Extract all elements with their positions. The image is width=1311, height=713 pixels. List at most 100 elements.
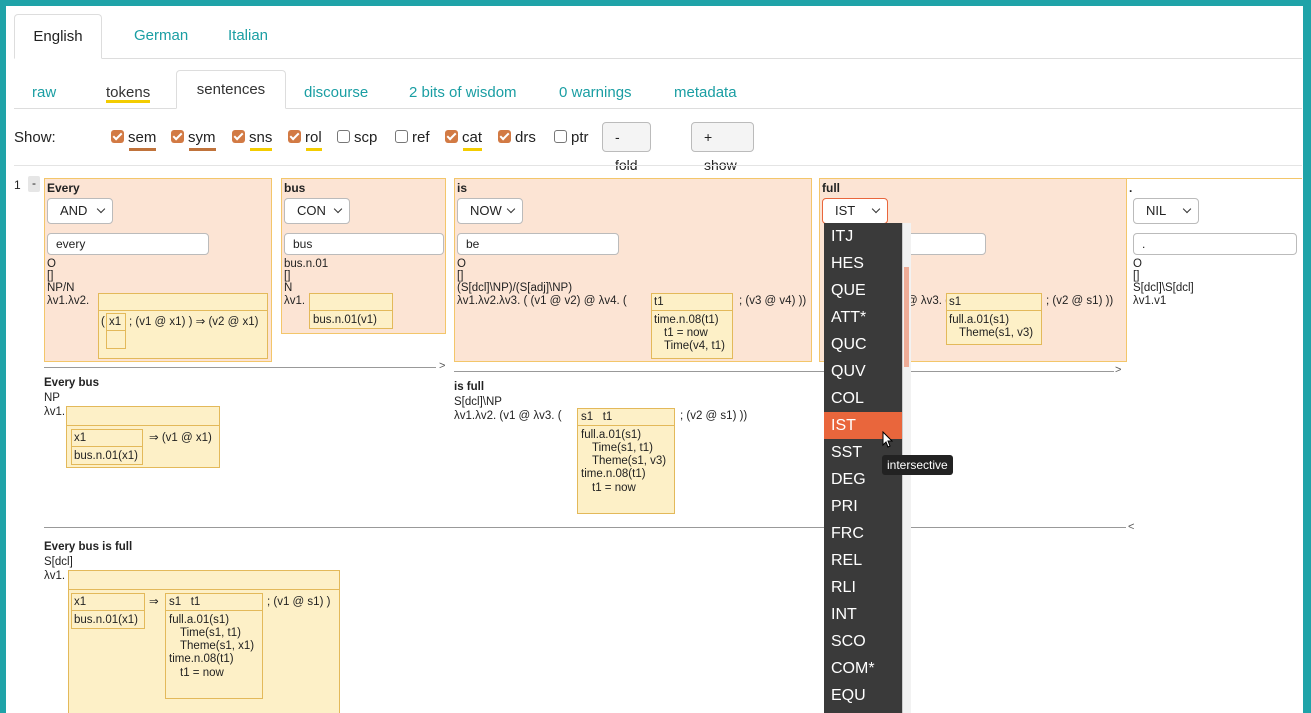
tab-italian[interactable]: Italian — [216, 14, 280, 57]
sem-tag-select[interactable]: NIL — [1133, 198, 1199, 224]
layer-underline — [189, 148, 216, 151]
drs-header: s1 t1 — [166, 594, 262, 611]
dropdown-option[interactable]: QUV — [824, 358, 902, 385]
scrollbar-thumb[interactable] — [904, 267, 909, 367]
dropdown-option[interactable]: COL — [824, 385, 902, 412]
layer-sym-checkbox[interactable]: sym — [171, 129, 216, 151]
lemma-input[interactable]: every — [47, 233, 209, 255]
layer-sns-checkbox[interactable]: sns — [232, 129, 273, 151]
dropdown-option[interactable]: RLI — [824, 574, 902, 601]
chevron-down-icon — [333, 204, 343, 214]
tab-german[interactable]: German — [122, 14, 200, 57]
sem-tag-value: NOW — [470, 203, 502, 218]
divider — [1126, 178, 1302, 179]
lambda-prefix: @ λv3. ( — [906, 295, 949, 307]
dropdown-option[interactable]: HES — [824, 250, 902, 277]
sem-tag-select[interactable]: AND — [47, 198, 113, 224]
token-word: is — [457, 181, 468, 195]
drs-condition: time.n.08(t1) — [169, 653, 234, 665]
scope-value: [] — [1133, 270, 1140, 282]
tab-tokens-label: tokens — [106, 84, 151, 101]
tab-warnings[interactable]: 0 warnings — [547, 70, 644, 107]
drs-box: x1 bus.n.01(x1) ⇒ (v1 @ x1) — [66, 406, 220, 468]
sem-tag-select[interactable]: NOW — [457, 198, 523, 224]
combination-title: Every bus — [44, 377, 99, 389]
view-tabs: raw tokens sentences discourse 2 bits of… — [14, 70, 1302, 109]
tab-tokens[interactable]: tokens — [94, 70, 162, 107]
dropdown-option[interactable]: SCO — [824, 628, 902, 655]
lemma-input[interactable]: bus — [284, 233, 444, 255]
category-value: NP — [44, 392, 60, 404]
drs-condition: Time(s1, t1) — [180, 627, 241, 639]
drs-condition: t1 = now — [180, 667, 224, 679]
dropdown-option[interactable]: EQU — [824, 682, 902, 709]
dropdown-option[interactable]: REL — [824, 547, 902, 574]
sem-tag-select[interactable]: IST — [822, 198, 888, 224]
layer-cat-label: cat — [462, 129, 483, 146]
drs-suffix: ; (v1 @ s1) ) — [267, 596, 331, 608]
dropdown-option[interactable]: ITJ — [824, 223, 902, 250]
inner-drs: x1 — [106, 313, 126, 349]
combination-title: is full — [454, 381, 485, 393]
dropdown-option[interactable]: COM* — [824, 655, 902, 682]
dropdown-option[interactable]: QUC — [824, 331, 902, 358]
layer-cat-checkbox[interactable]: cat — [445, 129, 483, 151]
drs-box: ( x1 ; (v1 @ x1) ) ⇒ (v2 @ x1) — [98, 293, 268, 359]
layer-sem-label: sem — [128, 129, 157, 146]
layer-scp-checkbox[interactable]: scp — [337, 129, 377, 146]
scope-value: [] — [457, 270, 464, 282]
token-word: bus — [284, 181, 306, 195]
sem-tag-select[interactable]: CON — [284, 198, 350, 224]
scope-value: [] — [284, 270, 291, 282]
language-tabs: English German Italian — [14, 14, 1302, 59]
drs-condition: time.n.08(t1) — [581, 468, 646, 480]
layer-sem-checkbox[interactable]: sem — [111, 129, 157, 151]
dropdown-option[interactable]: QUE — [824, 277, 902, 304]
tab-discourse[interactable]: discourse — [292, 70, 380, 107]
layer-drs-checkbox[interactable]: drs — [498, 129, 536, 146]
drs-header — [99, 294, 267, 311]
tab-raw[interactable]: raw — [20, 70, 68, 107]
token-period: . NIL . O [] S[dcl]\S[dcl] λv1.v1 — [1126, 178, 1302, 314]
tab-wisdom[interactable]: 2 bits of wisdom — [397, 70, 529, 107]
dropdown-option[interactable]: PRI — [824, 493, 902, 520]
drs-header: s1 t1 — [578, 409, 674, 426]
lemma-input[interactable]: . — [1133, 233, 1297, 255]
forward-arrow-icon: > — [439, 360, 446, 372]
show-all-layers-button[interactable]: + show all layers — [691, 122, 755, 229]
combine-line — [44, 367, 436, 368]
fold-toggle[interactable]: - — [28, 176, 40, 192]
lambda-value: λv1.v1 — [1133, 295, 1167, 307]
drs-condition: t1 = now — [664, 327, 708, 339]
chevron-down-icon — [506, 204, 516, 214]
backward-arrow-icon: < — [1128, 521, 1135, 533]
layer-ref-checkbox[interactable]: ref — [395, 129, 430, 146]
drs-condition: bus.n.01(x1) — [74, 450, 138, 462]
check-icon — [288, 130, 301, 143]
lemma-input[interactable] — [906, 233, 986, 255]
drs-header — [310, 294, 392, 311]
drs-condition: t1 = now — [592, 482, 636, 494]
fold-all-button[interactable]: - fold all — [602, 122, 651, 201]
layer-ptr-label: ptr — [571, 129, 589, 146]
check-icon — [498, 130, 511, 143]
lemma-input[interactable]: be — [457, 233, 619, 255]
drs-ref: x1 — [74, 596, 87, 608]
combine-line — [44, 527, 1126, 528]
tab-english[interactable]: English — [14, 14, 102, 59]
dropdown-option[interactable]: FRC — [824, 520, 902, 547]
drs-condition: Time(s1, t1) — [592, 442, 653, 454]
check-icon — [445, 130, 458, 143]
layer-ptr-checkbox[interactable]: ptr — [554, 129, 589, 146]
layer-rol-checkbox[interactable]: rol — [288, 129, 322, 151]
scope-value: [] — [47, 270, 54, 282]
dropdown-option[interactable]: INT — [824, 601, 902, 628]
dropdown-option[interactable]: ATT* — [824, 304, 902, 331]
token-word: full — [822, 181, 840, 195]
sym-value: O — [457, 258, 466, 270]
layer-scp-label: scp — [354, 129, 378, 146]
drs-header: t1 — [652, 294, 732, 311]
tab-sentences[interactable]: sentences — [176, 70, 286, 109]
tab-metadata[interactable]: metadata — [662, 70, 749, 107]
lambda-prefix: λv1. — [44, 406, 66, 418]
